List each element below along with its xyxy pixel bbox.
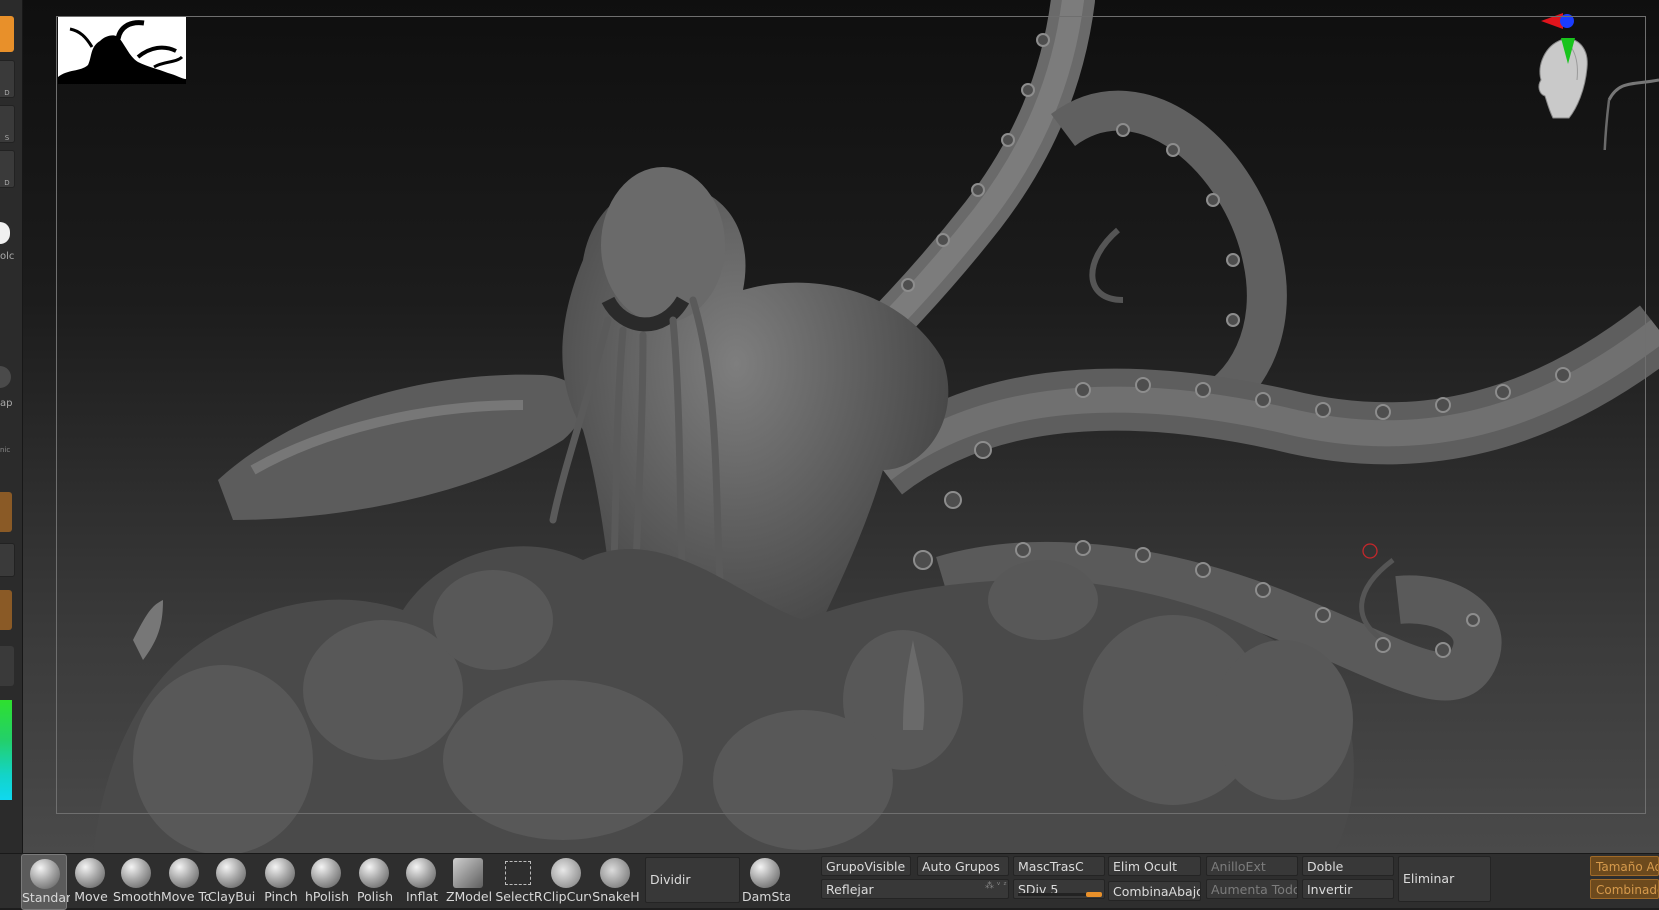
claybuildup-brush-icon <box>216 858 246 888</box>
hpolish-brush-icon <box>311 858 341 888</box>
texture-button[interactable] <box>0 492 12 532</box>
axis-z-icon <box>1560 14 1574 28</box>
dividir-button[interactable]: Dividir <box>645 857 740 903</box>
clipcurve-brush-icon <box>551 858 581 888</box>
damstandard-label: DamSta <box>742 889 790 904</box>
auto-grupos-button[interactable]: Auto Grupos <box>917 856 1009 876</box>
brush-label: Polish <box>356 889 394 904</box>
active-tool-button[interactable] <box>0 16 14 52</box>
left-tray-label-1: D <box>4 89 10 97</box>
eliminar-button[interactable]: Eliminar <box>1398 856 1491 902</box>
grupo-visible-button[interactable]: GrupoVisible <box>821 856 911 876</box>
masc-tras-button[interactable]: MascTrasC <box>1013 856 1105 876</box>
elim-ocult-button[interactable]: Elim Ocult <box>1108 856 1201 876</box>
left-tray-button-1[interactable]: D <box>0 60 15 98</box>
brush-label: SnakeH <box>592 889 640 904</box>
bottom-shelf: Standar Move Smooth Move Tc ClayBuil Pinch hPo… <box>0 853 1659 910</box>
move-topological-brush-button[interactable]: Move Tc <box>161 854 209 908</box>
color-swatch-button[interactable] <box>0 590 12 630</box>
reflejar-axis-icon: ⁂ ᵛ ᶻ <box>985 881 1007 891</box>
brush-label: SelectR <box>495 889 543 904</box>
navigator-thumbnail[interactable] <box>58 17 186 84</box>
left-tray: D S D olc ap nic <box>0 0 23 855</box>
brush-label: ClayBuil <box>208 889 256 904</box>
smooth-brush-icon <box>121 858 151 888</box>
tamano-adaptativo-button[interactable]: Tamaño Ad <box>1590 856 1659 876</box>
brush-label: ZModel <box>445 889 493 904</box>
brush-label: Standar <box>22 890 70 905</box>
move-brush-icon <box>75 858 105 888</box>
polish-brush-button[interactable]: Polish <box>351 854 395 908</box>
reflejar-button[interactable]: Reflejar <box>821 879 1009 899</box>
left-tray-button-3[interactable]: D <box>0 150 15 188</box>
claybuildup-brush-button[interactable]: ClayBuil <box>208 854 256 908</box>
combinado-button[interactable]: Combinado <box>1590 879 1659 899</box>
silhouette-thumbnail-icon <box>58 20 186 84</box>
combina-abajo-button[interactable]: CombinaAbajo <box>1108 881 1201 901</box>
brush-label: Pinch <box>264 889 298 904</box>
hpolish-brush-button[interactable]: hPolish <box>303 854 349 908</box>
selectrect-brush-icon <box>505 861 531 885</box>
polish-brush-icon <box>359 858 389 888</box>
invertir-button[interactable]: Invertir <box>1302 879 1394 899</box>
standard-brush-icon <box>30 859 60 889</box>
alpha-sphere-icon[interactable] <box>0 366 11 388</box>
snakehook-brush-button[interactable]: SnakeH <box>592 854 640 908</box>
smooth-brush-button[interactable]: Smooth <box>113 854 161 908</box>
damstandard-brush-icon <box>750 858 780 888</box>
brush-label: Smooth <box>113 889 161 904</box>
zmodeler-brush-button[interactable]: ZModel <box>445 854 492 908</box>
brush-label: Move <box>74 889 108 904</box>
material-sphere-icon[interactable] <box>0 222 10 244</box>
axis-y-icon <box>1561 38 1575 64</box>
standard-brush-button[interactable]: Standar <box>21 854 70 910</box>
left-tray-label-5: ap <box>0 398 13 409</box>
sdiv-thumb[interactable] <box>1086 892 1102 897</box>
brush-label: Inflat <box>405 889 439 904</box>
move-brush-button[interactable]: Move <box>67 854 111 908</box>
inflate-brush-icon <box>406 858 436 888</box>
anillo-ext-button[interactable]: AnilloExt <box>1206 856 1298 876</box>
kraken-sculpt-model <box>93 0 1659 855</box>
pinch-brush-button[interactable]: Pinch <box>257 854 301 908</box>
color-picker-gradient[interactable] <box>0 700 12 800</box>
zmodeler-brush-icon <box>453 858 483 888</box>
navigation-head-gizmo[interactable] <box>1519 10 1659 150</box>
left-tray-label-4: olc <box>0 251 15 262</box>
brush-label: hPolish <box>304 889 350 904</box>
brush-label: Move Tc <box>161 889 209 904</box>
left-tray-button-2[interactable]: S <box>0 105 15 143</box>
selectrect-brush-button[interactable]: SelectR <box>495 854 543 908</box>
move-topological-brush-icon <box>169 858 199 888</box>
damstandard-brush-button[interactable]: DamSta <box>742 854 790 908</box>
left-tray-label-2: S <box>4 134 10 142</box>
sdiv-track <box>1018 892 1102 897</box>
sdiv-slider[interactable]: SDiv 5 <box>1013 879 1105 899</box>
left-tray-label-6: nic <box>0 446 11 454</box>
inflate-brush-button[interactable]: Inflat <box>398 854 442 908</box>
left-tray-button-8[interactable] <box>0 646 14 686</box>
document-canvas[interactable] <box>23 0 1659 855</box>
snakehook-brush-icon <box>600 858 630 888</box>
brush-label: ClipCurv <box>543 889 591 904</box>
left-tray-button-7[interactable] <box>0 543 15 577</box>
left-tray-label-3: D <box>4 179 10 187</box>
clipcurve-brush-button[interactable]: ClipCurv <box>543 854 591 908</box>
doble-button[interactable]: Doble <box>1302 856 1394 876</box>
pinch-brush-icon <box>265 858 295 888</box>
aumenta-todo-button[interactable]: Aumenta Todo <box>1206 879 1298 899</box>
